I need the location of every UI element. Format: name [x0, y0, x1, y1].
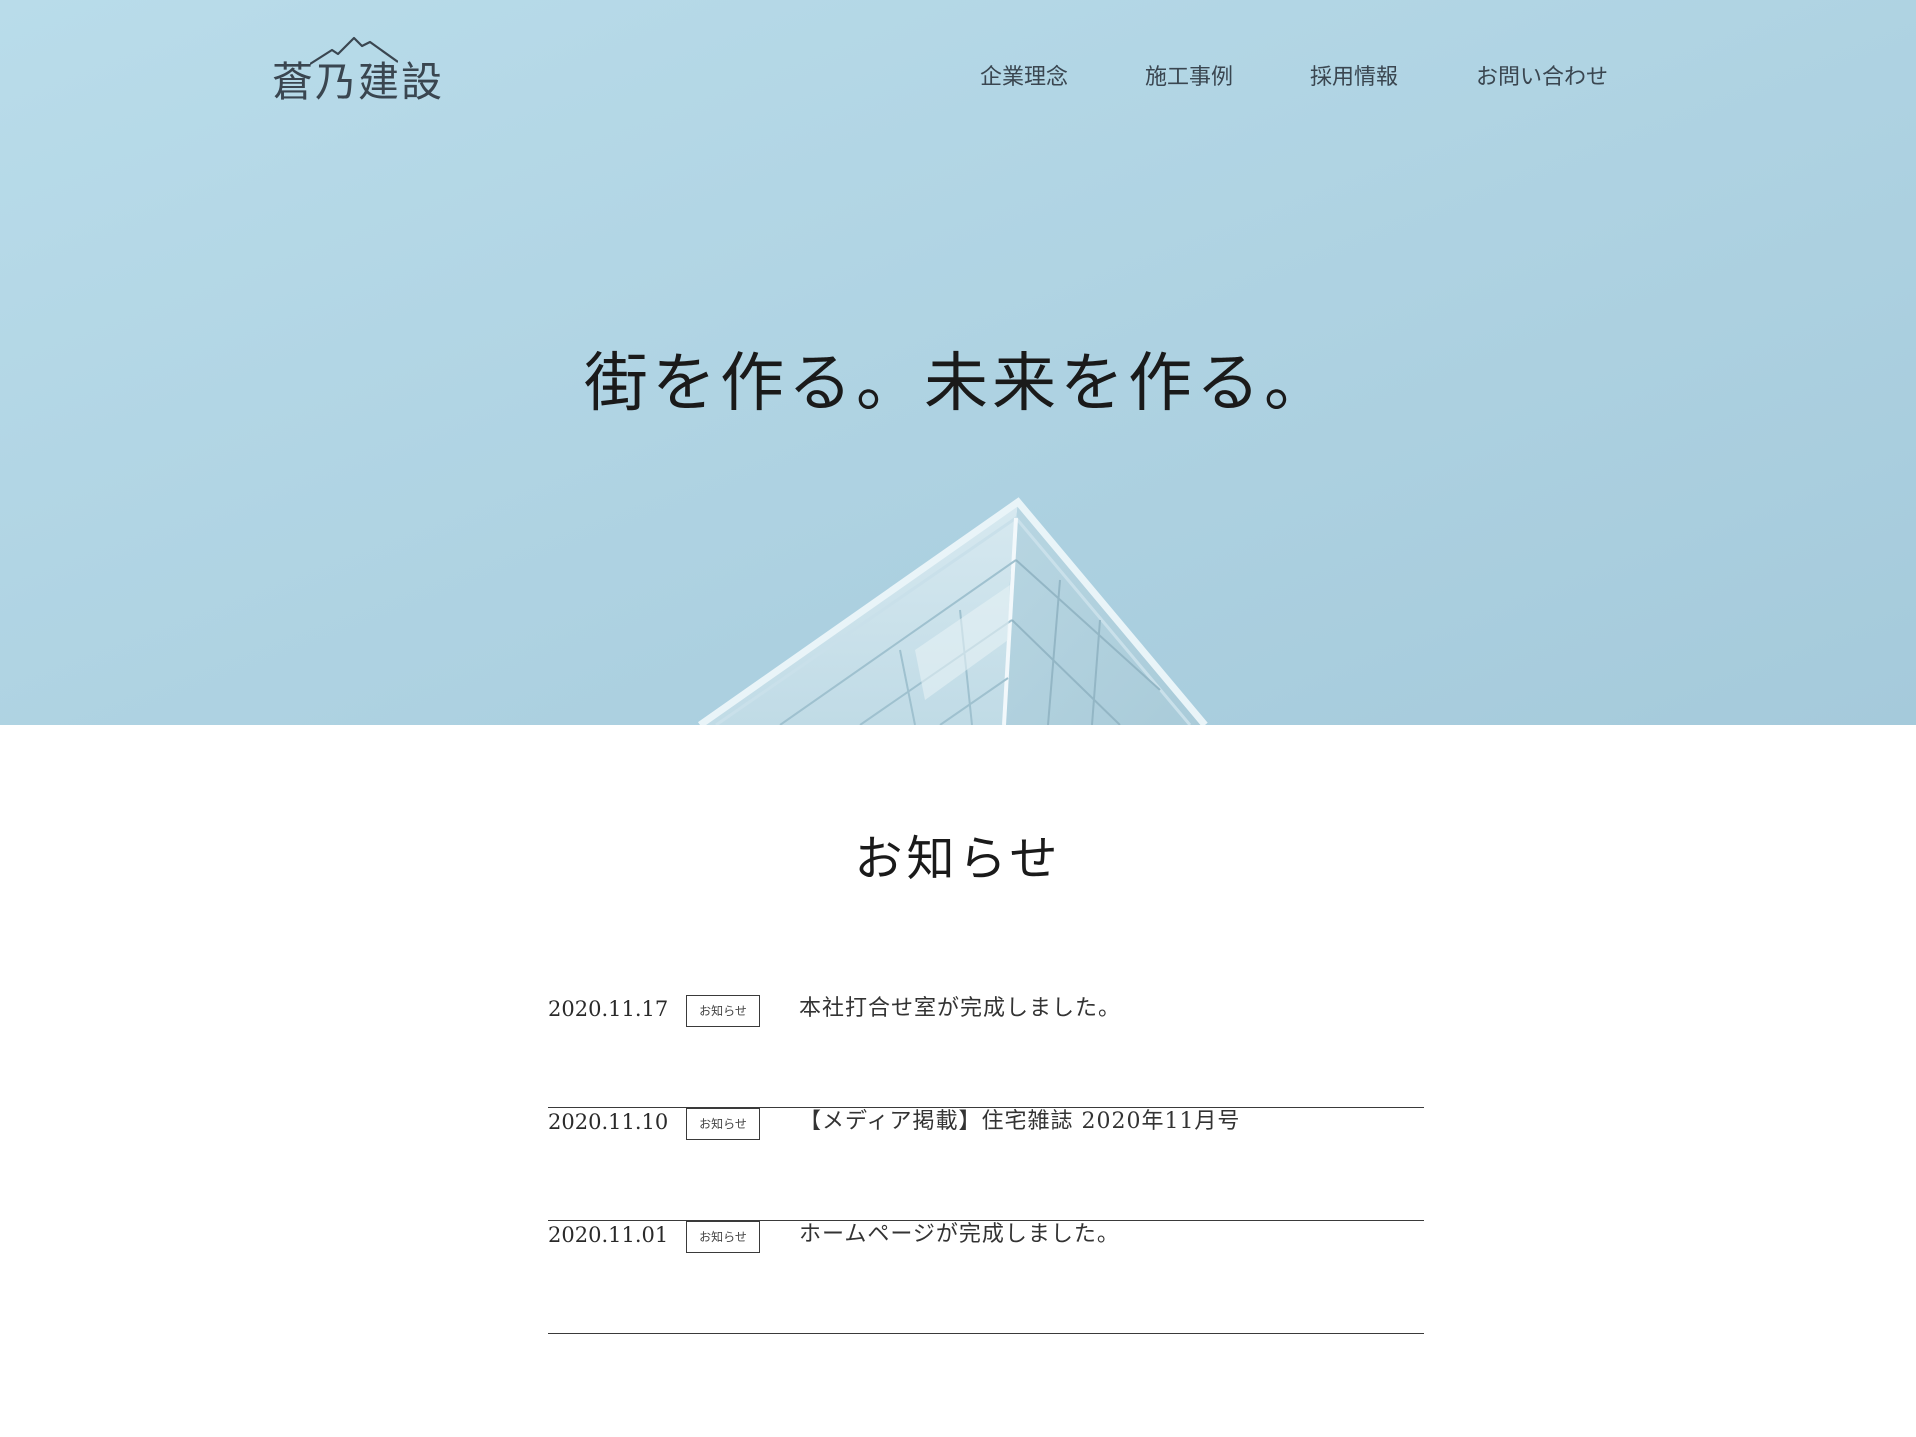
news-section: お知らせ 2020.11.17 お知らせ 本社打合せ室が完成しました。 2020…	[0, 725, 1916, 1437]
hero: 蒼乃建設 企業理念 施工事例 採用情報 お問い合わせ 街を作る。未来を作る。	[0, 0, 1916, 725]
logo[interactable]: 蒼乃建設	[272, 32, 448, 116]
nav-link-philosophy[interactable]: 企業理念	[980, 60, 1068, 96]
news-date: 2020.11.17	[548, 997, 669, 1021]
news-category-tag: お知らせ	[686, 1221, 760, 1253]
news-date: 2020.11.10	[548, 1110, 669, 1134]
news-title-link[interactable]: 本社打合せ室が完成しました。	[799, 995, 1121, 1023]
nav-link-contact[interactable]: お問い合わせ	[1476, 60, 1608, 96]
logo-text: 蒼乃建設	[272, 58, 444, 106]
news-category-tag: お知らせ	[686, 1108, 760, 1140]
news-category-tag: お知らせ	[686, 995, 760, 1027]
news-section-title: お知らせ	[854, 831, 1062, 887]
hero-headline: 街を作る。未来を作る。	[584, 347, 1332, 421]
nav-link-works[interactable]: 施工事例	[1145, 60, 1233, 96]
nav-link-recruit[interactable]: 採用情報	[1310, 60, 1398, 96]
news-list: 2020.11.17 お知らせ 本社打合せ室が完成しました。 2020.11.1…	[548, 995, 1424, 1334]
news-title-link[interactable]: ホームページが完成しました。	[799, 1221, 1120, 1249]
news-date: 2020.11.01	[548, 1223, 669, 1247]
news-title-link[interactable]: 【メディア掲載】住宅雑誌 2020年11月号	[799, 1108, 1240, 1136]
news-item[interactable]: 2020.11.17 お知らせ 本社打合せ室が完成しました。	[548, 995, 1424, 1108]
news-item[interactable]: 2020.11.01 お知らせ ホームページが完成しました。	[548, 1221, 1424, 1334]
news-item[interactable]: 2020.11.10 お知らせ 【メディア掲載】住宅雑誌 2020年11月号	[548, 1108, 1424, 1221]
